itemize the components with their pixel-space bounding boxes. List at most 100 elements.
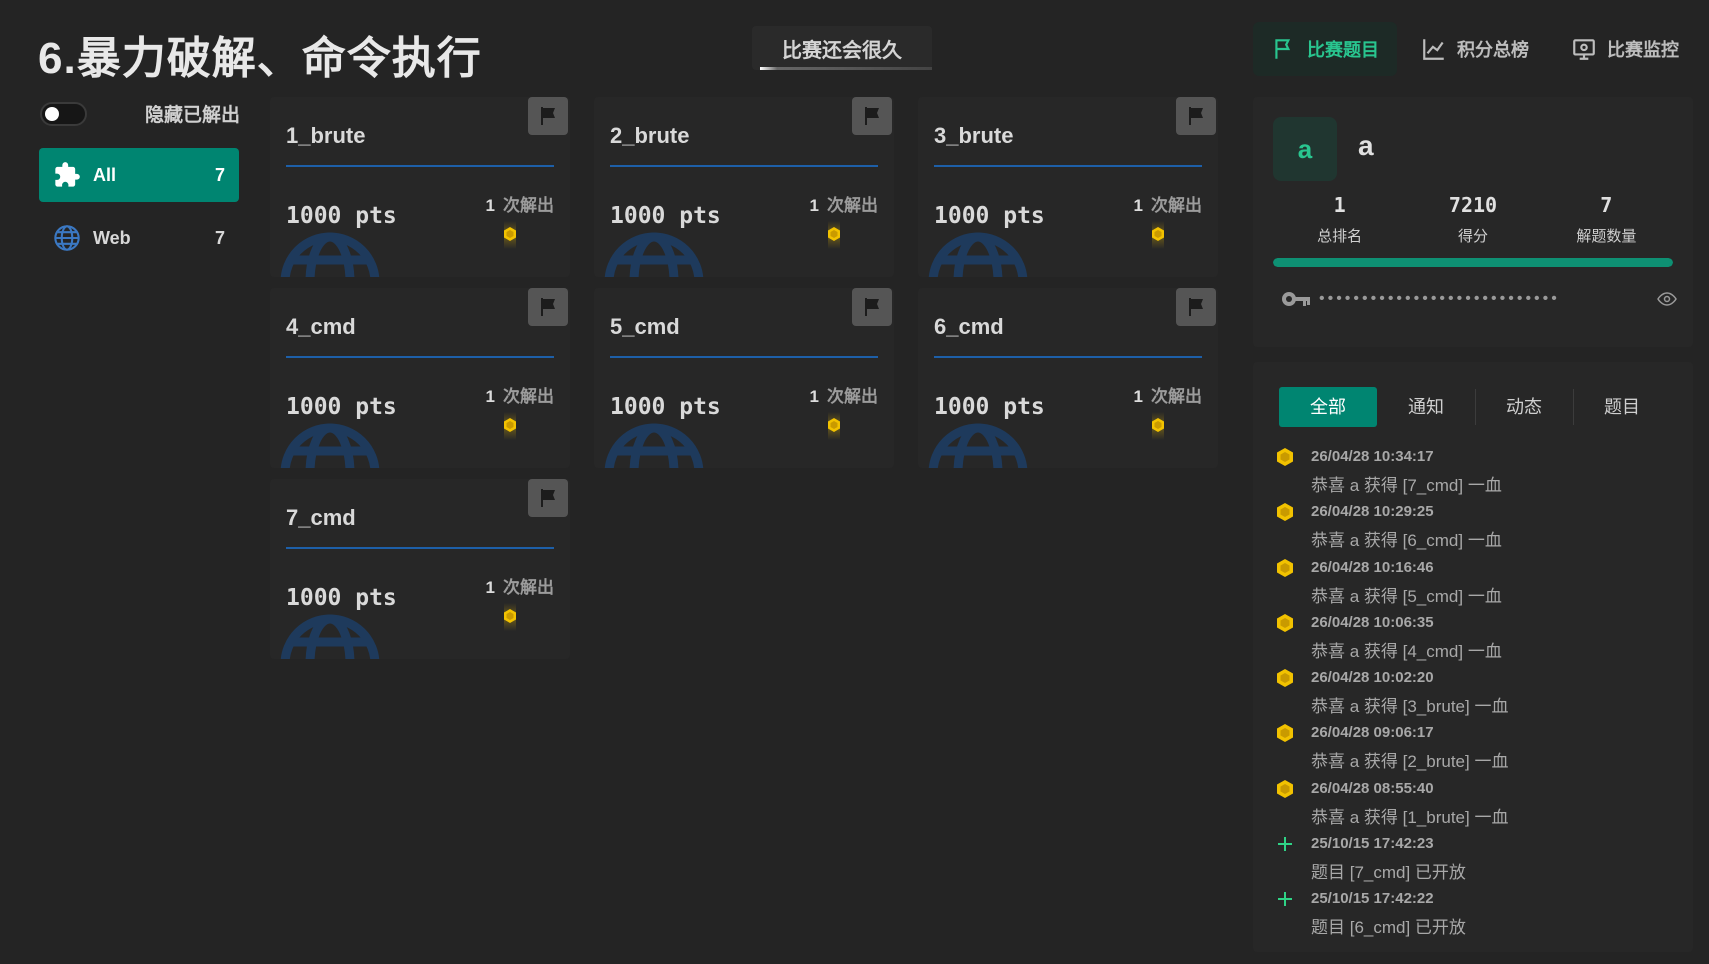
first-blood-medal-icon [504, 221, 516, 249]
challenge-name: 7_cmd [286, 505, 356, 530]
user-panel: a a 1 总排名 7210 得分 7 解题数量 •••••••••••••••… [1253, 97, 1693, 347]
stat-score-label: 得分 [1457, 228, 1488, 245]
stat-rank-label: 总排名 [1317, 228, 1363, 245]
notice-text: 恭喜 a 获得 [7_cmd] 一血 [1311, 476, 1502, 495]
flag-icon [528, 479, 568, 517]
flag-icon [1176, 97, 1216, 135]
notice-time: 26/04/28 09:06:17 [1311, 724, 1434, 742]
notice-time: 26/04/28 08:55:40 [1311, 779, 1434, 797]
first-blood-medal-icon [1277, 558, 1293, 577]
chart-icon [1423, 39, 1444, 60]
notice-time: 26/04/28 10:16:46 [1311, 558, 1434, 576]
globe-icon [54, 225, 80, 251]
solve-count: 1 [1133, 387, 1143, 406]
nav-monitor-label: 比赛监控 [1607, 40, 1679, 60]
stat-score: 7210 得分 [1406, 193, 1539, 246]
challenge-solves: 1 次解出 [1134, 191, 1202, 216]
globe-icon [928, 232, 1028, 277]
notice-tabs: 全部 通知 动态 题目 [1279, 387, 1671, 427]
challenge-divider [934, 165, 1202, 167]
notice-item: 25/10/15 17:42:23 题目 [7_cmd] 已开放 [1275, 834, 1508, 889]
first-blood-medal-icon [504, 603, 516, 631]
challenge-card[interactable]: 3_brute 1000 pts 1 次解出 [918, 97, 1218, 277]
stat-solved-label: 解题数量 [1576, 228, 1637, 245]
globe-icon [928, 423, 1028, 468]
first-blood-medal-icon [1277, 779, 1293, 798]
notice-text: 恭喜 a 获得 [2_brute] 一血 [1311, 752, 1509, 772]
first-blood-medal-icon [828, 221, 840, 249]
eye-icon[interactable] [1657, 292, 1677, 306]
challenge-divider [286, 356, 554, 358]
countdown-bar [760, 67, 932, 70]
tab-activity[interactable]: 动态 [1475, 387, 1573, 427]
notice-text: 恭喜 a 获得 [5_cmd] 一血 [1311, 586, 1502, 606]
challenge-solves: 1 次解出 [810, 191, 878, 216]
nav-monitor[interactable]: 比赛监控 [1553, 22, 1697, 76]
notice-text: 恭喜 a 获得 [4_cmd] 一血 [1311, 641, 1502, 661]
challenge-points: 1000 pts [610, 203, 721, 229]
notice-item: 26/04/28 10:02:20 恭喜 a 获得 [3_brute] 一血 [1275, 668, 1508, 723]
globe-icon [280, 423, 380, 468]
stat-rank-value: 1 [1333, 193, 1346, 217]
challenge-card[interactable]: 5_cmd 1000 pts 1 次解出 [594, 288, 894, 468]
countdown-badge: 比赛还会很久 [752, 26, 932, 70]
first-blood-medal-icon [1277, 724, 1293, 743]
first-blood-medal-icon [828, 412, 840, 440]
first-blood-medal-icon [1277, 448, 1293, 466]
nav-scoreboard-label: 积分总榜 [1457, 40, 1529, 60]
hide-solved-toggle[interactable] [40, 101, 87, 126]
notice-time: 26/04/28 10:34:17 [1311, 448, 1434, 465]
notice-time: 26/04/28 10:29:25 [1311, 503, 1434, 521]
notice-panel: 全部 通知 动态 题目 26/04/28 10:34:17 恭喜 a 获得 [7_… [1253, 362, 1693, 952]
category-web-count: 7 [214, 227, 225, 248]
tab-challenges[interactable]: 题目 [1573, 387, 1671, 427]
solve-label: 次解出 [503, 387, 554, 406]
token-row: •••••••••••••••••••••••••••• [1281, 290, 1677, 308]
nav-challenges[interactable]: 比赛题目 [1253, 22, 1397, 76]
flag-icon [852, 97, 892, 135]
challenge-card[interactable]: 1_brute 1000 pts 1 次解出 [270, 97, 570, 277]
stat-score-value: 7210 [1448, 193, 1498, 217]
challenge-name: 5_cmd [610, 314, 680, 339]
nav-scoreboard[interactable]: 积分总榜 [1403, 22, 1547, 76]
solve-label: 次解出 [1151, 387, 1202, 406]
notice-time: 25/10/15 17:42:22 [1311, 890, 1434, 908]
notice-time: 26/04/28 10:06:35 [1311, 613, 1434, 631]
page-title: 6.暴力破解、命令执行 [38, 34, 482, 83]
flag-icon [528, 288, 568, 326]
progress-fill [1273, 258, 1673, 267]
challenge-divider [610, 356, 878, 358]
first-blood-medal-icon [1152, 412, 1164, 440]
avatar: a [1273, 117, 1337, 181]
challenge-divider [934, 356, 1202, 358]
category-all[interactable]: All 7 [39, 148, 239, 202]
challenge-points: 1000 pts [286, 585, 397, 611]
challenge-name: 1_brute [286, 123, 366, 148]
user-stats: 1 总排名 7210 得分 7 解题数量 [1273, 193, 1673, 246]
first-blood-medal-icon [1152, 221, 1164, 249]
flag-icon [1176, 288, 1216, 326]
countdown-label: 比赛还会很久 [782, 39, 902, 62]
notice-item: 26/04/28 10:29:25 恭喜 a 获得 [6_cmd] 一血 [1275, 502, 1508, 557]
category-web[interactable]: Web 7 [39, 211, 239, 265]
flag-icon [1275, 39, 1291, 59]
plus-icon [1278, 837, 1292, 852]
globe-icon [604, 423, 704, 468]
challenge-divider [286, 165, 554, 167]
challenge-name: 2_brute [610, 123, 690, 148]
challenge-card[interactable]: 2_brute 1000 pts 1 次解出 [594, 97, 894, 277]
solve-count: 1 [1133, 196, 1143, 215]
challenge-card[interactable]: 7_cmd 1000 pts 1 次解出 [270, 479, 570, 659]
challenge-card[interactable]: 4_cmd 1000 pts 1 次解出 [270, 288, 570, 468]
solve-count: 1 [809, 387, 819, 406]
solve-label: 次解出 [503, 578, 554, 597]
nav-challenges-label: 比赛题目 [1307, 40, 1379, 60]
toggle-knob [45, 106, 59, 121]
challenge-solves: 1 次解出 [486, 382, 554, 407]
tab-notice[interactable]: 通知 [1377, 387, 1475, 427]
challenge-points: 1000 pts [934, 203, 1045, 229]
tab-all[interactable]: 全部 [1279, 387, 1377, 427]
challenge-card[interactable]: 6_cmd 1000 pts 1 次解出 [918, 288, 1218, 468]
challenge-name: 6_cmd [934, 314, 1004, 339]
notice-text: 题目 [7_cmd] 已开放 [1311, 863, 1466, 883]
